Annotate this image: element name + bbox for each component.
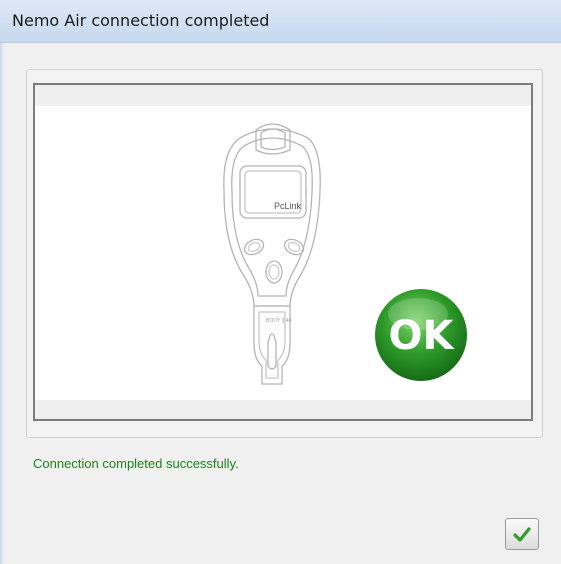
confirm-button[interactable] — [505, 518, 539, 550]
status-message: Connection completed successfully. — [33, 456, 239, 471]
device-screen-text: PcLink — [274, 201, 302, 211]
title-bar: Nemo Air connection completed — [0, 0, 561, 43]
window-title: Nemo Air connection completed — [12, 11, 270, 30]
device-illustration: BODY ┃ 40 PcLink — [223, 123, 321, 385]
svg-text:BODY ┃ 40: BODY ┃ 40 — [266, 317, 292, 324]
ok-badge-text: OK — [389, 313, 456, 359]
checkmark-icon — [513, 527, 531, 542]
window-edge — [0, 43, 4, 564]
ok-badge-icon: OK — [375, 289, 467, 381]
